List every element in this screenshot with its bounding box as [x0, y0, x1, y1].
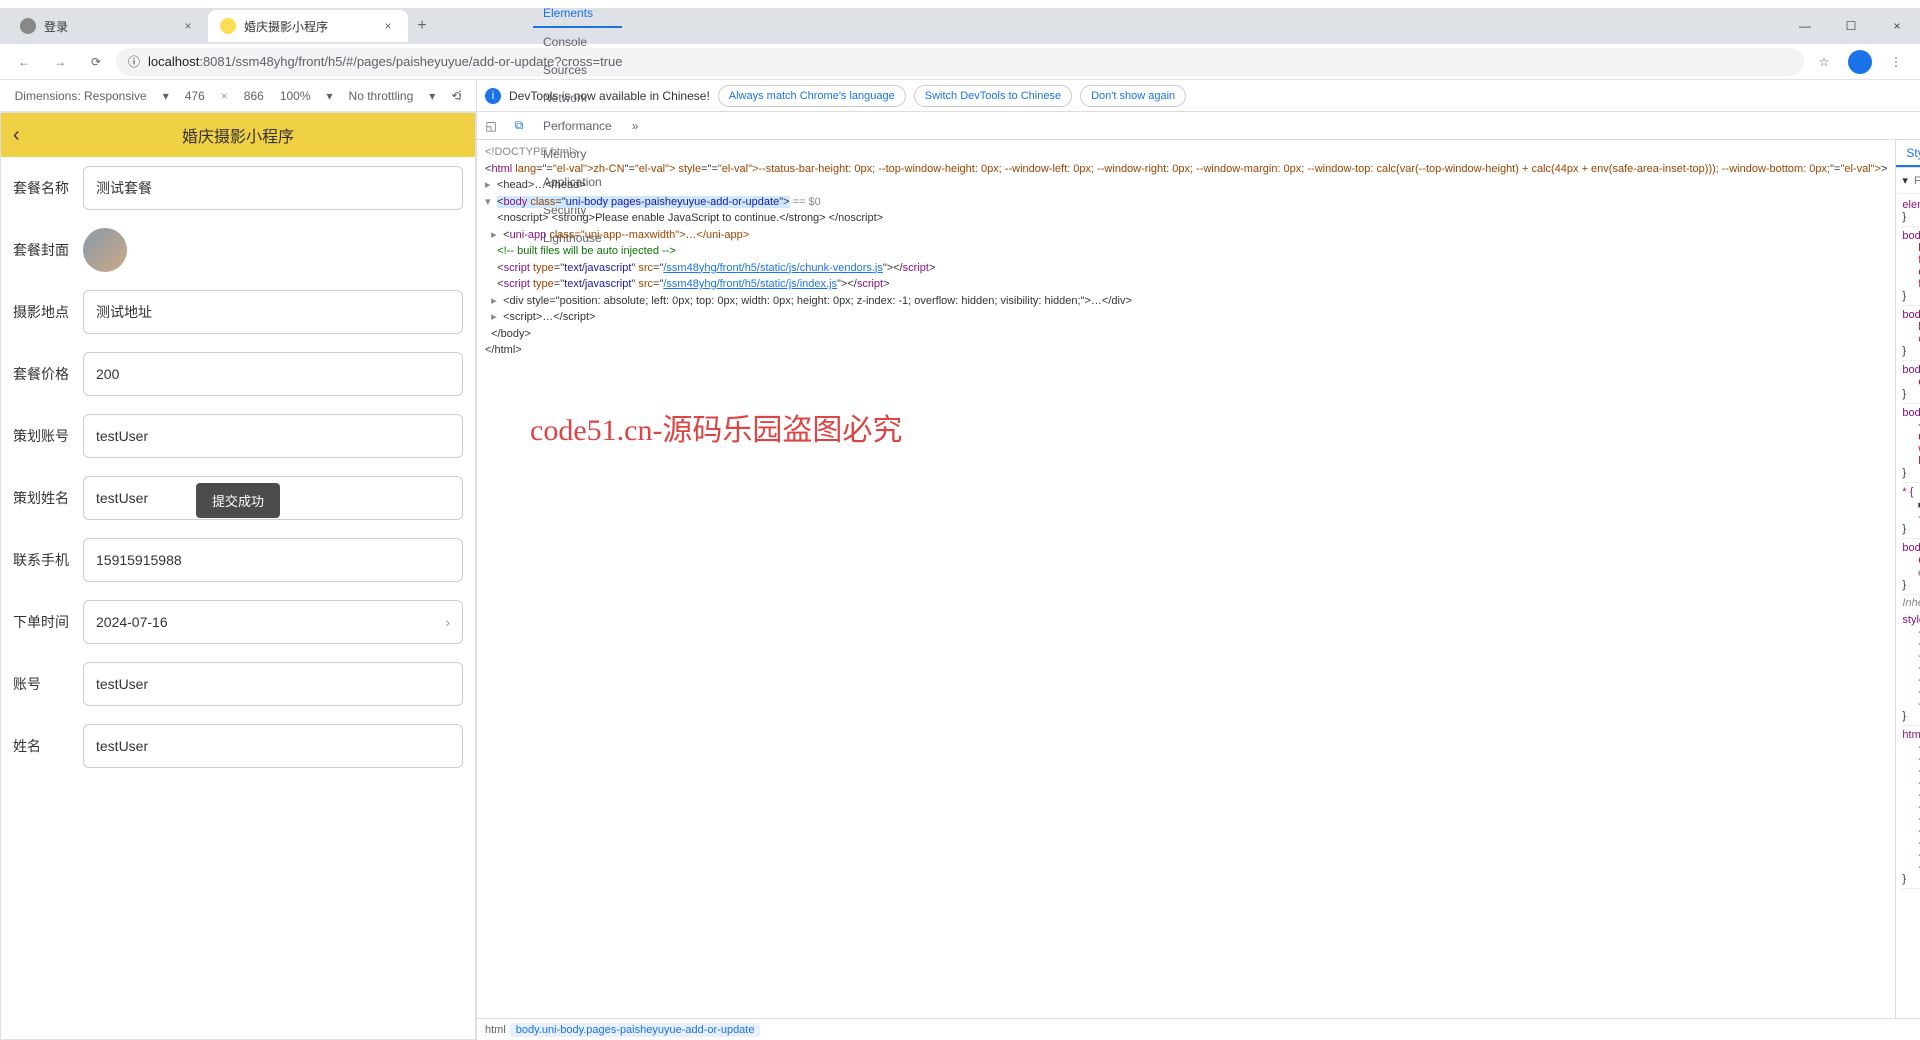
- form-label: 账号: [13, 674, 83, 694]
- profile-button[interactable]: [1844, 46, 1876, 78]
- lang-match-link[interactable]: Always match Chrome's language: [718, 85, 906, 107]
- more-icon[interactable]: ⋮: [454, 88, 466, 102]
- form-input[interactable]: 测试套餐: [83, 166, 463, 210]
- breadcrumb: html body.uni-body.pages-paisheyuyue-add…: [477, 1018, 1920, 1040]
- inspect-icon[interactable]: ◱: [477, 119, 505, 133]
- form-label: 套餐价格: [13, 364, 83, 384]
- maximize-button[interactable]: ☐: [1828, 10, 1874, 42]
- form-row: 下单时间2024-07-16›: [1, 591, 475, 653]
- form-input[interactable]: testUser: [83, 414, 463, 458]
- tab-login[interactable]: 登录×: [8, 10, 208, 42]
- chevron-right-icon: ›: [445, 614, 450, 630]
- devtools-tab-console[interactable]: Console: [533, 28, 622, 56]
- styles-tab-styles[interactable]: Styles: [1896, 140, 1920, 167]
- devtools-tab-sources[interactable]: Sources: [533, 56, 622, 84]
- form-label: 联系手机: [13, 550, 83, 570]
- form-row: 摄影地点测试地址: [1, 281, 475, 343]
- mobile-frame: ‹ 婚庆摄影小程序 套餐名称测试套餐套餐封面摄影地点测试地址套餐价格200策划账…: [0, 112, 476, 1040]
- minimize-button[interactable]: —: [1782, 10, 1828, 42]
- devtools-tab-network[interactable]: Network: [533, 84, 622, 112]
- dimensions-dropdown[interactable]: Dimensions: Responsive: [15, 89, 147, 103]
- close-window-button[interactable]: ×: [1874, 10, 1920, 42]
- bookmark-icon[interactable]: ☆: [1808, 46, 1840, 78]
- form-label: 策划账号: [13, 426, 83, 446]
- form-input[interactable]: 测试地址: [83, 290, 463, 334]
- height-input[interactable]: 866: [244, 89, 264, 103]
- form-label: 姓名: [13, 736, 83, 756]
- devtools-tabs: ◱ ⧉ ElementsConsoleSourcesNetworkPerform…: [477, 112, 1920, 140]
- form-label: 策划姓名: [13, 488, 83, 508]
- form-row: 策划账号testUser: [1, 405, 475, 467]
- address-bar-row: ← → ⟳ ⓘ localhost:8081/ssm48yhg/front/h5…: [0, 44, 1920, 80]
- form-input[interactable]: 15915915988: [83, 538, 463, 582]
- menu-button[interactable]: ⋮: [1880, 46, 1912, 78]
- lang-dismiss-link[interactable]: Don't show again: [1080, 85, 1186, 107]
- back-button[interactable]: ←: [8, 46, 40, 78]
- browser-tabs: 登录× 婚庆摄影小程序× + — ☐ ×: [0, 8, 1920, 44]
- form-label: 套餐名称: [13, 178, 83, 198]
- form-input[interactable]: testUser: [83, 724, 463, 768]
- close-icon[interactable]: ×: [180, 18, 196, 34]
- lang-switch-link[interactable]: Switch DevTools to Chinese: [914, 85, 1072, 107]
- devtools-panel: i DevTools is now available in Chinese! …: [477, 80, 1920, 1040]
- device-toggle-icon[interactable]: ⧉: [505, 118, 533, 133]
- zoom-dropdown[interactable]: 100%: [280, 89, 311, 103]
- form-input[interactable]: 200: [83, 352, 463, 396]
- device-toolbar: Dimensions: Responsive▾ 476 × 866 100%▾ …: [0, 80, 476, 112]
- reload-button[interactable]: ⟳: [80, 46, 112, 78]
- form-row: 套餐价格200: [1, 343, 475, 405]
- filter-icon: ▾: [1902, 174, 1908, 187]
- forward-button[interactable]: →: [44, 46, 76, 78]
- close-icon[interactable]: ×: [380, 18, 396, 34]
- site-info-icon[interactable]: ⓘ: [128, 53, 140, 70]
- devtools-tab-elements[interactable]: Elements: [533, 0, 622, 28]
- app-icon: [220, 18, 236, 34]
- width-input[interactable]: 476: [185, 89, 205, 103]
- new-tab-button[interactable]: +: [408, 12, 436, 40]
- page-title: 婚庆摄影小程序: [182, 123, 294, 147]
- globe-icon: [20, 18, 36, 34]
- form-row: 账号testUser: [1, 653, 475, 715]
- form-label: 下单时间: [13, 612, 83, 632]
- form-input[interactable]: testUser: [83, 662, 463, 706]
- throttling-dropdown[interactable]: No throttling: [349, 89, 414, 103]
- form-label: 套餐封面: [13, 240, 83, 260]
- app-header: ‹ 婚庆摄影小程序: [1, 113, 475, 157]
- styles-panel: StylesComputedLayoutEvent Listeners» ▾ :…: [1895, 140, 1920, 1018]
- tab-app[interactable]: 婚庆摄影小程序×: [208, 10, 408, 42]
- info-icon: i: [485, 88, 501, 104]
- form-input[interactable]: 2024-07-16›: [83, 600, 463, 644]
- form-row: 联系手机15915915988: [1, 529, 475, 591]
- back-icon[interactable]: ‹: [13, 124, 20, 147]
- toast: 提交成功: [196, 483, 280, 518]
- devtools-tab-performance[interactable]: Performance: [533, 112, 622, 140]
- filter-input[interactable]: [1914, 175, 1920, 187]
- address-bar[interactable]: ⓘ localhost:8081/ssm48yhg/front/h5/#/pag…: [116, 48, 1804, 76]
- form-label: 摄影地点: [13, 302, 83, 322]
- form-row: 套餐名称测试套餐: [1, 157, 475, 219]
- form-row: 姓名testUser: [1, 715, 475, 777]
- elements-panel[interactable]: <!DOCTYPE html><html lang="="el-val">zh-…: [477, 140, 1895, 1018]
- form-row: 套餐封面: [1, 219, 475, 281]
- cover-thumbnail[interactable]: [83, 228, 127, 272]
- device-viewport: Dimensions: Responsive▾ 476 × 866 100%▾ …: [0, 80, 477, 1040]
